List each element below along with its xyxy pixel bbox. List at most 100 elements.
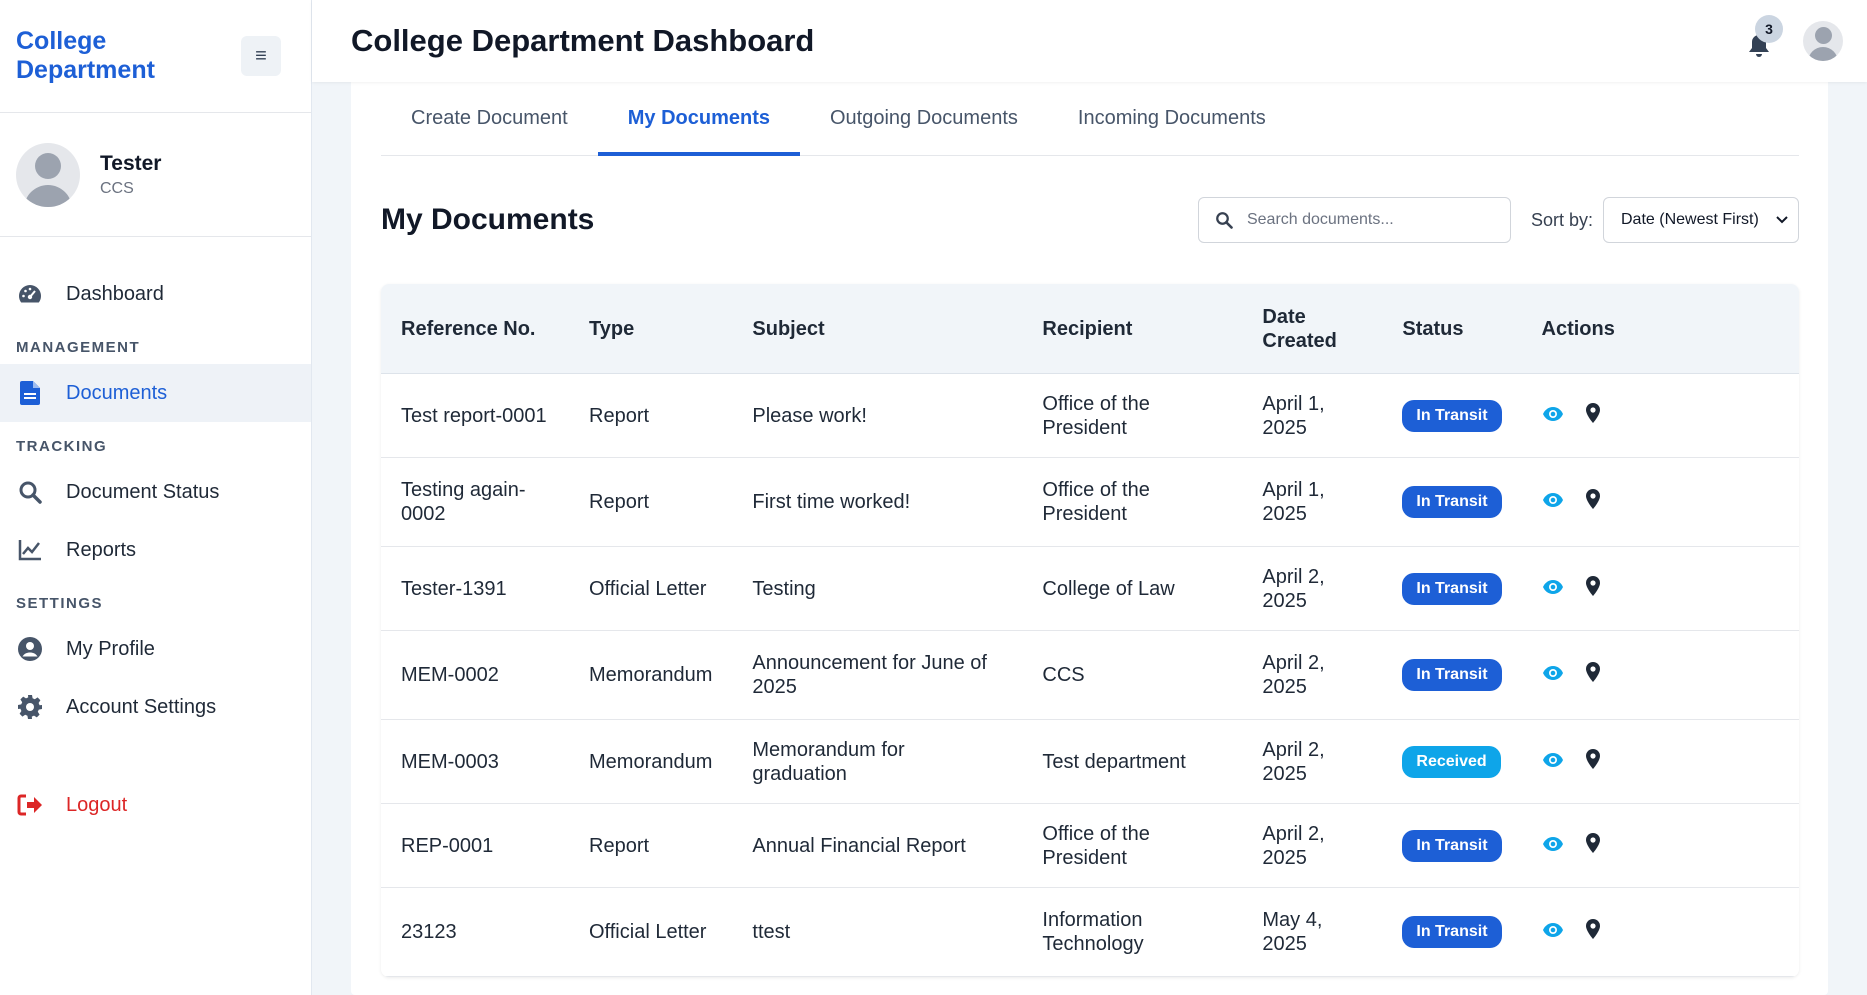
cell-status: In Transit <box>1382 888 1522 977</box>
header-status: Status <box>1382 284 1522 374</box>
cell-reference: MEM-0002 <box>381 631 569 720</box>
nav-section-settings: SETTINGS <box>16 595 104 612</box>
hamburger-icon: ≡ <box>255 44 267 67</box>
view-button[interactable] <box>1542 750 1564 774</box>
track-button[interactable] <box>1585 489 1600 515</box>
documents-table: Reference No. Type Subject Recipient Date Cr… <box>381 284 1799 977</box>
cell-date: April 1, 2025 <box>1242 374 1383 458</box>
view-button[interactable] <box>1542 920 1564 944</box>
table-row: Tester-1391 Official Letter Testing College… <box>381 547 1799 631</box>
view-button[interactable] <box>1542 663 1564 687</box>
cell-subject: Memorandum for graduation <box>732 720 1023 804</box>
map-marker-icon <box>1585 575 1600 602</box>
row-actions <box>1542 662 1779 688</box>
view-button[interactable] <box>1542 577 1564 601</box>
menu-toggle-button[interactable]: ≡ <box>241 36 281 76</box>
sort-selected-value: Date (Newest First) <box>1621 211 1759 228</box>
status-badge: In Transit <box>1402 572 1502 605</box>
user-circle-icon <box>16 635 44 663</box>
map-marker-icon <box>1585 402 1600 429</box>
eye-icon <box>1542 750 1564 774</box>
sidebar-item-label: Account Settings <box>66 695 217 718</box>
cell-status: Received <box>1382 720 1522 804</box>
sort-select[interactable]: Date (Newest First) <box>1603 197 1799 243</box>
sidebar-item-label: Dashboard <box>66 282 164 305</box>
sidebar: College Department ≡ Tester CCS Dashboar… <box>0 0 312 995</box>
top-actions: 3 <box>1739 15 1843 61</box>
cell-subject: First time worked! <box>732 458 1023 547</box>
cell-date: April 2, 2025 <box>1242 631 1383 720</box>
brand-header: College Department ≡ <box>0 0 311 113</box>
table-row: REP-0001 Report Annual Financial Report Off… <box>381 804 1799 888</box>
section-title: My Documents <box>381 203 595 236</box>
track-button[interactable] <box>1585 402 1600 429</box>
view-button[interactable] <box>1542 834 1564 858</box>
sidebar-item-dashboard[interactable]: Dashboard <box>0 265 311 323</box>
tab-create-document[interactable]: Create Document <box>381 82 598 155</box>
cell-actions <box>1521 804 1799 888</box>
notification-badge: 3 <box>1755 15 1783 43</box>
cell-recipient: Office of the President <box>1022 374 1243 458</box>
header-avatar[interactable] <box>1803 21 1843 61</box>
status-badge: In Transit <box>1402 659 1502 691</box>
status-badge: In Transit <box>1402 486 1502 518</box>
track-button[interactable] <box>1585 575 1600 602</box>
cell-subject: Testing <box>732 547 1023 631</box>
tab-my-documents[interactable]: My Documents <box>597 82 801 156</box>
top-bar: College Department Dashboard 3 <box>312 0 1867 82</box>
search-input[interactable] <box>1246 211 1487 229</box>
cell-status: In Transit <box>1382 374 1522 458</box>
cell-type: Official Letter <box>569 888 733 977</box>
cell-recipient: Office of the President <box>1022 804 1243 888</box>
sidebar-item-my-profile[interactable]: My Profile <box>0 620 311 678</box>
cell-type: Report <box>569 458 733 547</box>
status-badge: In Transit <box>1402 916 1502 948</box>
sidebar-item-logout[interactable]: Logout <box>0 776 311 834</box>
notifications-button[interactable]: 3 <box>1739 15 1783 61</box>
cell-reference: 23123 <box>381 888 569 977</box>
cell-date: May 4, 2025 <box>1242 888 1383 977</box>
sidebar-item-account-settings[interactable]: Account Settings <box>0 678 311 736</box>
view-button[interactable] <box>1542 490 1564 514</box>
track-button[interactable] <box>1585 919 1600 945</box>
table-body: Test report-0001 Report Please work! Office… <box>381 374 1799 977</box>
user-department: CCS <box>100 179 134 197</box>
document-tabs: Create Document My Documents Outgoing Docu… <box>381 82 1799 156</box>
cell-actions <box>1521 631 1799 720</box>
table-row: MEM-0002 Memorandum Announcement for June … <box>381 631 1799 720</box>
cell-recipient: Office of the President <box>1022 458 1243 547</box>
map-marker-icon <box>1585 832 1600 859</box>
documents-toolbar: My Documents Sort by: Date (Newest First… <box>381 156 1799 284</box>
search-box <box>1197 197 1511 243</box>
nav-section-tracking: TRACKING <box>16 438 108 455</box>
sidebar-item-documents[interactable]: Documents <box>0 364 311 422</box>
sidebar-item-document-status[interactable]: Document Status <box>0 463 311 521</box>
tab-incoming-documents[interactable]: Incoming Documents <box>1048 82 1296 155</box>
eye-icon <box>1542 404 1564 428</box>
cell-recipient: CCS <box>1022 631 1243 720</box>
search-icon <box>1216 212 1233 229</box>
search-icon <box>16 478 44 506</box>
cell-status: In Transit <box>1382 547 1522 631</box>
view-button[interactable] <box>1542 404 1564 428</box>
row-actions <box>1542 919 1779 945</box>
cell-status: In Transit <box>1382 631 1522 720</box>
cell-type: Official Letter <box>569 547 733 631</box>
track-button[interactable] <box>1585 662 1600 688</box>
cell-type: Memorandum <box>569 720 733 804</box>
table-row: Testing again-0002 Report First time worke… <box>381 458 1799 547</box>
line-chart-icon <box>16 536 44 564</box>
track-button[interactable] <box>1585 832 1600 859</box>
sidebar-item-reports[interactable]: Reports <box>0 521 311 579</box>
eye-icon <box>1542 490 1564 514</box>
eye-icon <box>1542 834 1564 858</box>
row-actions <box>1542 748 1779 775</box>
cell-status: In Transit <box>1382 804 1522 888</box>
nav-section-management: MANAGEMENT <box>16 339 141 356</box>
row-actions <box>1542 489 1779 515</box>
tab-outgoing-documents[interactable]: Outgoing Documents <box>800 82 1048 155</box>
track-button[interactable] <box>1585 748 1600 775</box>
user-name: Tester <box>100 151 162 175</box>
eye-icon <box>1542 663 1564 687</box>
sidebar-item-label: Document Status <box>66 480 220 503</box>
